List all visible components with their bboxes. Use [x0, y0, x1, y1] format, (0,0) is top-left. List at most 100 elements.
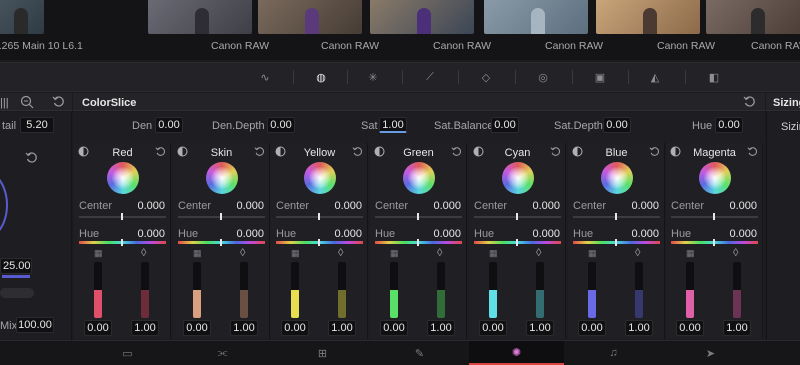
- clip-thumbnail[interactable]: [258, 0, 362, 34]
- center-value[interactable]: 0.000: [224, 200, 264, 212]
- center-value[interactable]: 0.000: [421, 200, 461, 212]
- density-slider[interactable]: [94, 262, 102, 318]
- density-slider[interactable]: [588, 262, 596, 318]
- global-sat-value[interactable]: 1.00: [379, 117, 407, 133]
- center-slider-knob[interactable]: [121, 213, 123, 220]
- center-value[interactable]: 0.000: [717, 200, 757, 212]
- global-sat-balance-value[interactable]: 0.00: [491, 117, 519, 133]
- clip-thumbnail[interactable]: [596, 0, 700, 34]
- center-slider-knob[interactable]: [318, 213, 320, 220]
- hue-value[interactable]: 0.000: [421, 228, 461, 240]
- slice-reset-icon[interactable]: [649, 146, 660, 160]
- density-slider[interactable]: [686, 262, 694, 318]
- clip-thumbnail[interactable]: [484, 0, 588, 34]
- fusion-page-icon[interactable]: ✎: [372, 341, 467, 365]
- density-slider[interactable]: [390, 262, 398, 318]
- hue-slider-knob[interactable]: [417, 239, 419, 246]
- saturation-value[interactable]: 1.00: [427, 320, 455, 336]
- hue-slider-knob[interactable]: [615, 239, 617, 246]
- clip-thumbnail[interactable]: [706, 0, 800, 34]
- cut-page-icon[interactable]: ⫘: [175, 341, 270, 365]
- hue-slider-knob[interactable]: [713, 239, 715, 246]
- window-icon[interactable]: ◇: [476, 68, 496, 86]
- hue-value[interactable]: 0.000: [125, 228, 165, 240]
- center-slider-knob[interactable]: [615, 213, 617, 220]
- slice-reset-icon[interactable]: [747, 146, 758, 160]
- density-value[interactable]: 0.00: [578, 320, 606, 336]
- center-value[interactable]: 0.000: [619, 200, 659, 212]
- zoom-icon[interactable]: [20, 95, 34, 112]
- saturation-value[interactable]: 1.00: [723, 320, 751, 336]
- density-value[interactable]: 0.00: [479, 320, 507, 336]
- center-value[interactable]: 0.000: [322, 200, 362, 212]
- slice-reset-icon[interactable]: [254, 146, 265, 160]
- slice-reset-icon[interactable]: [155, 146, 166, 160]
- saturation-slider[interactable]: [240, 262, 248, 318]
- color-page-icon[interactable]: ✺: [469, 341, 564, 365]
- global-hue-value[interactable]: 0.00: [715, 117, 743, 133]
- hue-slider-knob[interactable]: [121, 239, 123, 246]
- center-value[interactable]: 0.000: [520, 200, 560, 212]
- hue-value[interactable]: 0.000: [322, 228, 362, 240]
- density-slider[interactable]: [193, 262, 201, 318]
- saturation-value[interactable]: 1.00: [131, 320, 159, 336]
- colorslice-reset-icon[interactable]: [743, 95, 756, 111]
- hue-slider-knob[interactable]: [318, 239, 320, 246]
- fairlight-page-icon[interactable]: ♫: [566, 341, 661, 365]
- slice-reset-icon[interactable]: [451, 146, 462, 160]
- global-den-value[interactable]: 0.00: [155, 117, 183, 133]
- saturation-value[interactable]: 1.00: [625, 320, 653, 336]
- slice-reset-icon[interactable]: [550, 146, 561, 160]
- saturation-slider[interactable]: [141, 262, 149, 318]
- global-sat-depth-value[interactable]: 0.00: [603, 117, 631, 133]
- clip-thumbnail[interactable]: [148, 0, 252, 34]
- density-slider[interactable]: [489, 262, 497, 318]
- left-reset-icon[interactable]: [25, 151, 38, 167]
- density-value[interactable]: 0.00: [281, 320, 309, 336]
- slice-reset-icon[interactable]: [352, 146, 363, 160]
- tail-value[interactable]: 5.20: [20, 117, 54, 133]
- density-value[interactable]: 0.00: [380, 320, 408, 336]
- slice-color-wheel[interactable]: [107, 162, 139, 194]
- media-page-icon[interactable]: ▭: [80, 341, 175, 365]
- center-slider-knob[interactable]: [417, 213, 419, 220]
- hue-value[interactable]: 0.000: [224, 228, 264, 240]
- edit-page-icon[interactable]: ⊞: [275, 341, 370, 365]
- reset-icon[interactable]: [52, 95, 65, 111]
- mix-value[interactable]: 100.00: [16, 317, 54, 333]
- left-slider[interactable]: [0, 288, 34, 298]
- qualifier-eyedropper-icon[interactable]: ⟋: [420, 68, 440, 86]
- saturation-value[interactable]: 1.00: [328, 320, 356, 336]
- hue-slider-knob[interactable]: [516, 239, 518, 246]
- key-icon[interactable]: ◧: [704, 68, 724, 86]
- saturation-slider[interactable]: [437, 262, 445, 318]
- magic-mask-icon[interactable]: ▣: [590, 68, 610, 86]
- center-slider-knob[interactable]: [713, 213, 715, 220]
- slice-color-wheel[interactable]: [699, 162, 731, 194]
- slice-color-wheel[interactable]: [206, 162, 238, 194]
- center-slider-knob[interactable]: [220, 213, 222, 220]
- color-cube-icon[interactable]: ✳: [363, 68, 383, 86]
- density-value[interactable]: 0.00: [84, 320, 112, 336]
- density-slider[interactable]: [291, 262, 299, 318]
- saturation-slider[interactable]: [733, 262, 741, 318]
- slice-color-wheel[interactable]: [502, 162, 534, 194]
- hue-value[interactable]: 0.000: [619, 228, 659, 240]
- saturation-value[interactable]: 1.00: [526, 320, 554, 336]
- warper-icon[interactable]: ◍: [311, 68, 331, 86]
- saturation-slider[interactable]: [338, 262, 346, 318]
- density-value[interactable]: 0.00: [183, 320, 211, 336]
- slice-color-wheel[interactable]: [304, 162, 336, 194]
- slice-color-wheel[interactable]: [403, 162, 435, 194]
- clip-thumbnail[interactable]: [370, 0, 474, 34]
- slice-color-wheel[interactable]: [601, 162, 633, 194]
- clip-thumbnail[interactable]: [0, 0, 44, 34]
- saturation-value[interactable]: 1.00: [230, 320, 258, 336]
- deliver-page-icon[interactable]: ➤: [663, 341, 758, 365]
- hue-value[interactable]: 0.000: [717, 228, 757, 240]
- tracker-icon[interactable]: ◎: [533, 68, 553, 86]
- hue-slider-knob[interactable]: [220, 239, 222, 246]
- saturation-slider[interactable]: [635, 262, 643, 318]
- density-value[interactable]: 0.00: [676, 320, 704, 336]
- curves-icon[interactable]: ∿: [255, 68, 275, 86]
